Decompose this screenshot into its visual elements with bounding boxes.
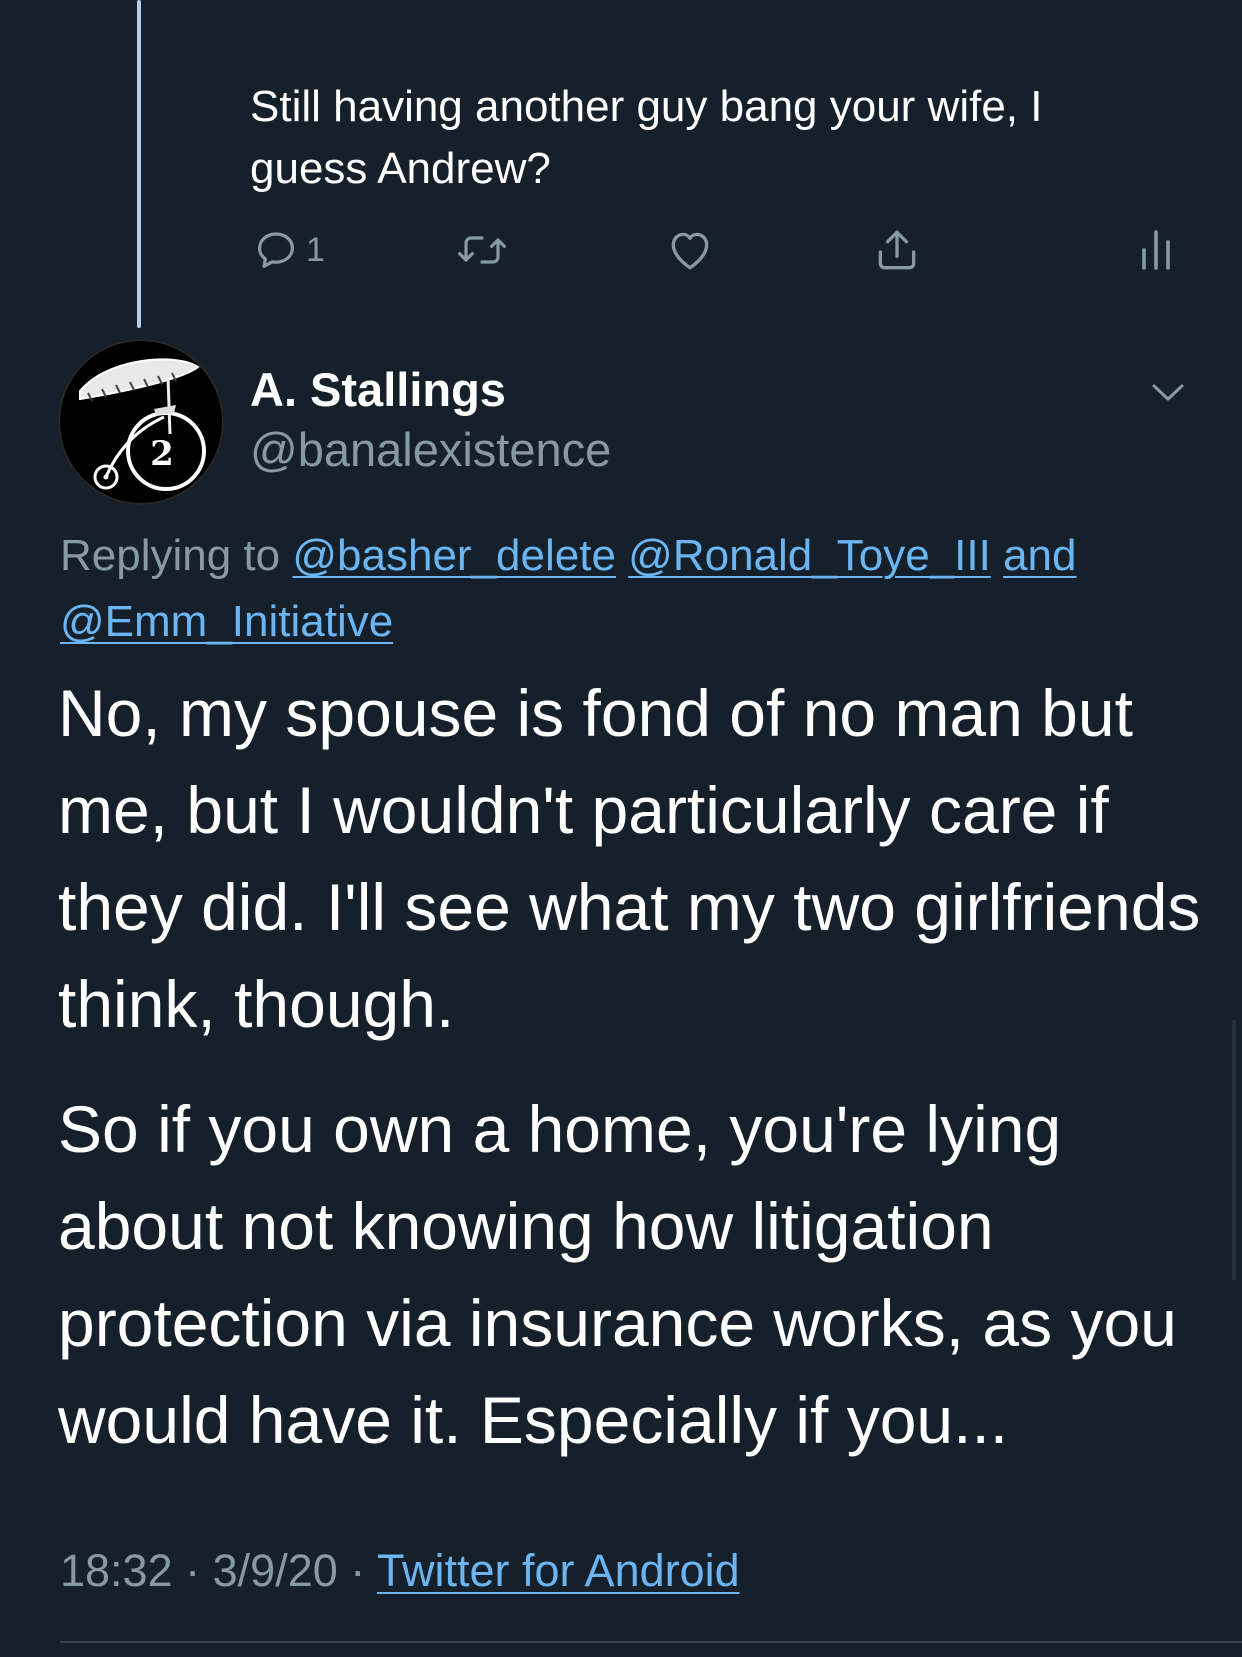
- tweet-source-link[interactable]: Twitter for Android: [377, 1545, 740, 1596]
- chevron-down-icon: [1146, 384, 1190, 416]
- tweet-meta: 18:32 · 3/9/20 · Twitter for Android: [60, 1545, 740, 1597]
- share-button[interactable]: [872, 222, 922, 278]
- mention-link[interactable]: @Emm_Initiative: [60, 597, 393, 646]
- replying-to: Replying to @basher_delete @Ronald_Toye_…: [60, 523, 1210, 655]
- tweet-body: No, my spouse is fond of no man but me, …: [58, 665, 1218, 1469]
- analytics-button[interactable]: [1138, 222, 1174, 278]
- scrollbar[interactable]: [1232, 1020, 1236, 1280]
- tweet-time: 18:32: [60, 1545, 173, 1596]
- parent-tweet-text: Still having another guy bang your wife,…: [250, 82, 1043, 193]
- retweet-button[interactable]: [454, 222, 510, 278]
- parent-tweet-action-bar: 1: [0, 222, 1242, 278]
- mention-link[interactable]: @Ronald_Toye_III: [628, 531, 991, 580]
- display-name[interactable]: A. Stallings: [250, 362, 506, 417]
- avatar-number: 2: [150, 434, 174, 474]
- replying-prefix: Replying to: [60, 531, 281, 580]
- heart-icon: [665, 225, 715, 275]
- thread-line: [137, 0, 141, 328]
- share-icon: [872, 225, 922, 275]
- tweet-date: 3/9/20: [212, 1545, 338, 1596]
- mention-joiner[interactable]: and: [1003, 531, 1076, 580]
- clipped-parent-text: [250, 0, 262, 22]
- comment-icon: [252, 226, 300, 274]
- reply-count: 1: [306, 230, 325, 269]
- reply-button[interactable]: 1: [252, 222, 325, 278]
- divider: [60, 1641, 1242, 1643]
- user-handle[interactable]: @banalexistence: [250, 422, 611, 477]
- like-button[interactable]: [665, 222, 715, 278]
- analytics-icon: [1138, 225, 1174, 275]
- tweet-paragraph: So if you own a home, you're lying about…: [58, 1092, 1177, 1457]
- avatar[interactable]: 2: [58, 339, 224, 505]
- retweet-icon: [454, 226, 510, 274]
- meta-separator: ·: [185, 1545, 201, 1596]
- mention-link[interactable]: @basher_delete: [292, 531, 616, 580]
- meta-separator: ·: [350, 1545, 366, 1596]
- tweet-menu-button[interactable]: [1146, 372, 1190, 412]
- tweet-paragraph: No, my spouse is fond of no man but me, …: [58, 676, 1201, 1041]
